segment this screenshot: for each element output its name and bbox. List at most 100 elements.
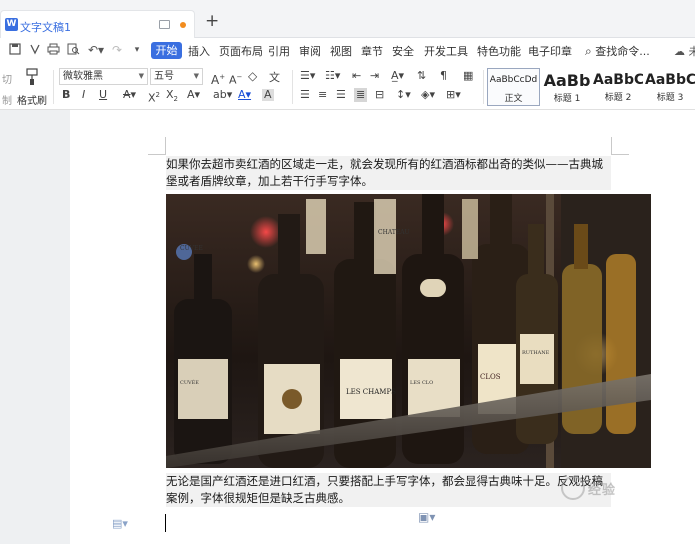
ribbon-home: 切 制 格式刷 微软雅黑 ▼ 五号 ▼ A+ A− ◇ 文 B I U A▾ X2 … (0, 64, 695, 110)
svg-text:文: 文 (269, 70, 280, 83)
page-layout-icon[interactable]: ▤▾ (112, 517, 128, 530)
search-icon: ⌕ (585, 44, 592, 58)
new-tab-button[interactable]: + (205, 13, 219, 30)
watermark-logo-icon (561, 476, 585, 500)
wps-logo-icon[interactable] (28, 43, 42, 57)
cloud-sync[interactable]: ☁ 未 (674, 43, 695, 59)
chevron-down-icon: ▼ (193, 72, 199, 80)
label-text: CLOS (480, 373, 501, 381)
sort-icon[interactable]: ⇅ (417, 70, 426, 82)
command-search-label: 查找命令... (595, 45, 650, 58)
style-heading-2[interactable]: AaBbC 标题 2 (593, 68, 643, 106)
superscript-icon[interactable]: X2 (148, 89, 160, 105)
cloud-label: 未 (688, 45, 695, 58)
align-center-icon[interactable]: ≡ (318, 89, 327, 101)
left-gutter (0, 110, 70, 544)
label-text: CHATEAU (378, 229, 410, 236)
style-heading-3-preview: AaBbC (645, 72, 695, 88)
ribbon-divider (53, 70, 54, 104)
copy-button[interactable]: 制 (2, 92, 12, 107)
ribbon-divider (292, 70, 293, 104)
redo-icon[interactable]: ↷ (110, 43, 124, 57)
char-shading-icon[interactable]: A (262, 89, 274, 101)
wine-bottles-photo: CUVEE CHATEAU LES CHAMPS CLOS LES CLO CU… (166, 194, 651, 468)
text-effect-icon[interactable]: A▾ (187, 89, 200, 101)
justify-icon[interactable]: ≣ (354, 88, 368, 102)
format-painter-label[interactable]: 格式刷 (17, 92, 47, 107)
watermark: 经验 (588, 483, 617, 498)
subscript-icon[interactable]: X2 (166, 88, 178, 105)
increase-indent-icon[interactable]: ⇥ (370, 70, 379, 82)
align-right-icon[interactable]: ☰ (336, 89, 346, 101)
table-border-icon[interactable]: ▦ (463, 70, 473, 82)
font-size-select[interactable]: 五号 ▼ (150, 68, 203, 85)
grow-font-icon[interactable]: A+ (211, 71, 225, 86)
wps-writer-icon: W (5, 18, 18, 31)
clear-format-icon[interactable]: ◇ (248, 70, 257, 82)
print-icon[interactable] (46, 43, 60, 57)
style-heading-1-name: 标题 1 (553, 94, 581, 104)
customize-dropdown-icon[interactable]: ▾ (130, 43, 144, 57)
tab-references[interactable]: 引用 (268, 43, 290, 59)
highlight-icon[interactable]: ab▾ (213, 89, 232, 101)
document-tab-title: 文字文稿1 (20, 21, 71, 34)
print-preview-icon[interactable] (66, 43, 80, 57)
tab-start[interactable]: 开始 (151, 42, 182, 59)
tab-review[interactable]: 审阅 (299, 43, 321, 59)
chinese-layout-icon[interactable]: A̲▾ (391, 70, 404, 82)
align-left-icon[interactable]: ☰ (300, 89, 310, 101)
undo-icon[interactable]: ↶▾ (86, 43, 106, 57)
paste-options-icon[interactable]: ▣▾ (418, 510, 435, 524)
style-heading-2-name: 标题 2 (604, 93, 632, 103)
paragraph-1[interactable]: 如果你去超市卖红酒的区域走一走，就会发现所有的红酒酒标都出奇的类似——古典城堡或… (166, 156, 611, 190)
style-heading-3-name: 标题 3 (656, 93, 684, 103)
tab-special-features[interactable]: 特色功能 (477, 43, 521, 59)
wine-bottles-image[interactable]: CUVEE CHATEAU LES CHAMPS CLOS LES CLO CU… (166, 194, 651, 468)
numbered-list-icon[interactable]: ☷▾ (325, 70, 340, 82)
italic-icon[interactable]: I (82, 89, 85, 101)
style-heading-1[interactable]: AaBb 标题 1 (541, 68, 593, 106)
monitor-icon[interactable] (159, 20, 170, 29)
font-color-icon[interactable]: A▾ (238, 89, 251, 101)
tab-page-layout[interactable]: 页面布局 (219, 43, 263, 59)
bullet-list-icon[interactable]: ☰▾ (300, 70, 315, 82)
strikethrough-icon[interactable]: A▾ (123, 89, 136, 101)
line-spacing-icon[interactable]: ↕▾ (396, 89, 411, 101)
style-heading-3[interactable]: AaBbC 标题 3 (645, 68, 695, 106)
document-tab[interactable]: W 文字文稿1 (0, 10, 195, 38)
shading-icon[interactable]: ◈▾ (421, 89, 435, 101)
label-text: LES CHAMPS (346, 388, 396, 396)
pinyin-icon[interactable]: 文 (268, 70, 282, 85)
cut-button[interactable]: 切 (2, 71, 12, 86)
cloud-icon: ☁ (674, 45, 685, 58)
font-size-value: 五号 (154, 71, 174, 82)
style-normal[interactable]: AaBbCcDd 正文 (487, 68, 540, 106)
tab-insert[interactable]: 插入 (188, 43, 210, 59)
tab-chapter[interactable]: 章节 (361, 43, 383, 59)
style-normal-preview: AaBbCcDd (489, 75, 538, 85)
style-heading-1-preview: AaBb (543, 71, 591, 90)
margin-corner-top-left (148, 137, 166, 155)
title-bar: W 文字文稿1 + (0, 0, 695, 38)
unsaved-dot-icon (180, 22, 186, 28)
decrease-indent-icon[interactable]: ⇤ (352, 70, 361, 82)
style-normal-name: 正文 (504, 94, 523, 104)
paragraph-2[interactable]: 无论是国产红酒还是进口红酒，只要搭配上手写字体，都会显得古典味十足。反观投稿案例… (166, 473, 611, 507)
margin-corner-top-right (611, 137, 629, 155)
font-family-value: 微软雅黑 (63, 71, 103, 82)
font-family-select[interactable]: 微软雅黑 ▼ (59, 68, 148, 85)
text-cursor (165, 514, 166, 532)
tab-developer[interactable]: 开发工具 (424, 43, 468, 59)
command-search[interactable]: ⌕ 查找命令... (585, 43, 650, 59)
tab-e-seal[interactable]: 电子印章 (528, 43, 572, 59)
tab-security[interactable]: 安全 (392, 43, 414, 59)
shrink-font-icon[interactable]: A− (229, 71, 242, 87)
save-icon[interactable] (8, 43, 22, 57)
format-painter-icon[interactable] (24, 68, 40, 90)
distribute-icon[interactable]: ⊟ (375, 89, 384, 101)
bold-icon[interactable]: B (62, 89, 70, 101)
underline-icon[interactable]: U (99, 89, 107, 101)
show-marks-icon[interactable]: ¶ (440, 70, 447, 82)
borders-icon[interactable]: ⊞▾ (446, 89, 461, 101)
tab-view[interactable]: 视图 (330, 43, 352, 59)
